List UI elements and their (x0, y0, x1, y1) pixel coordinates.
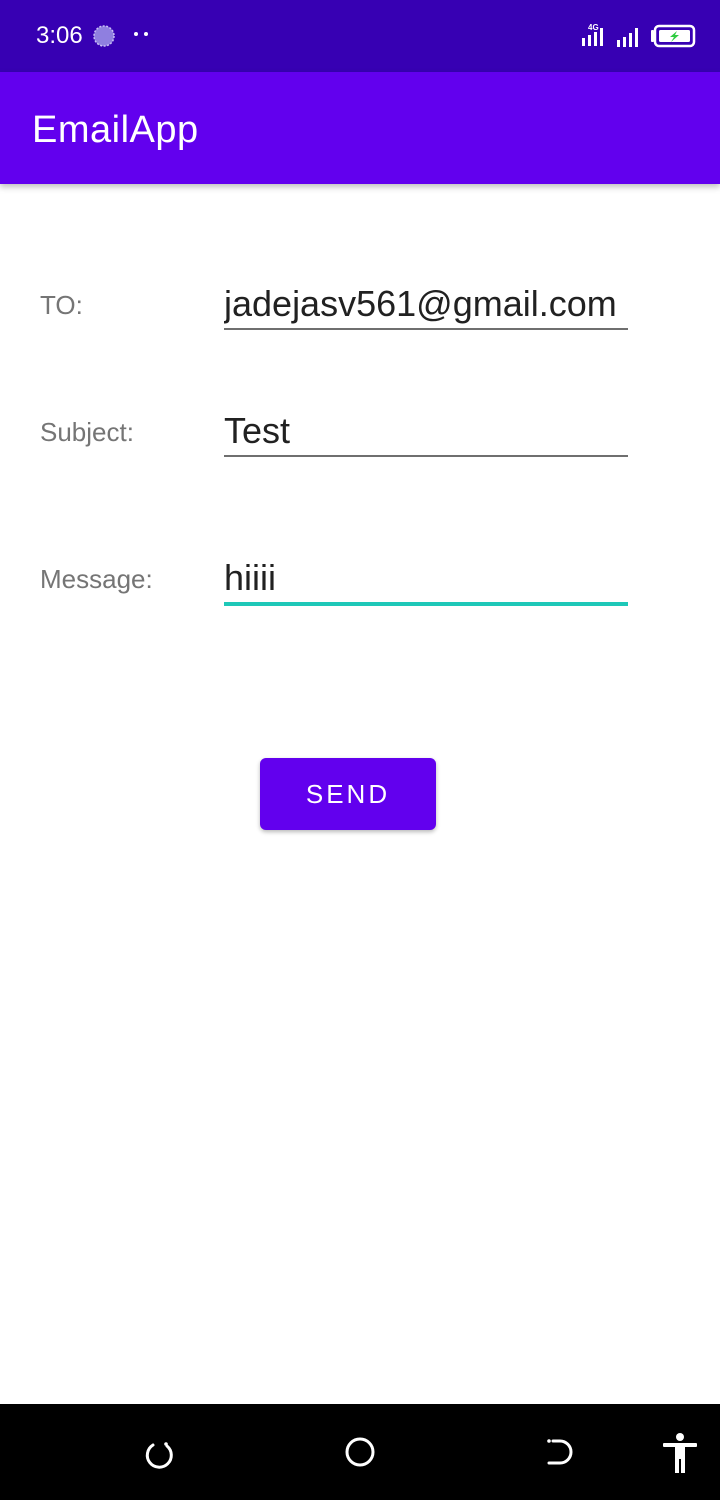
to-label: TO: (40, 290, 83, 320)
message-label: Message: (40, 564, 153, 594)
home-icon[interactable] (336, 1428, 384, 1476)
subject-label: Subject: (40, 417, 134, 447)
loading-spinner-icon (93, 25, 115, 47)
app-bar: EmailApp (0, 72, 720, 184)
recents-icon[interactable] (136, 1428, 184, 1476)
status-bar: 3:06 4G (0, 0, 720, 72)
to-email-input[interactable] (224, 282, 628, 326)
network-type-label: 4G (588, 23, 599, 32)
subject-field-underline (224, 455, 628, 457)
to-field-container (224, 282, 628, 330)
app-title: EmailApp (32, 109, 199, 151)
back-icon[interactable] (536, 1428, 584, 1476)
more-dots-icon (132, 32, 152, 40)
message-field-underline-focused (224, 602, 628, 606)
send-button[interactable]: SEND (260, 758, 436, 830)
message-input[interactable] (224, 556, 628, 600)
signal-4g-icon: 4G (582, 23, 603, 46)
subject-field-container (224, 409, 628, 457)
status-time: 3:06 (36, 22, 83, 49)
navigation-bar (0, 1404, 720, 1500)
message-field-container (224, 556, 628, 606)
to-field-underline (224, 328, 628, 330)
battery-charging-icon (651, 24, 696, 48)
subject-input[interactable] (224, 409, 628, 453)
accessibility-icon[interactable] (656, 1428, 704, 1476)
signal-bars-icon (617, 28, 638, 47)
